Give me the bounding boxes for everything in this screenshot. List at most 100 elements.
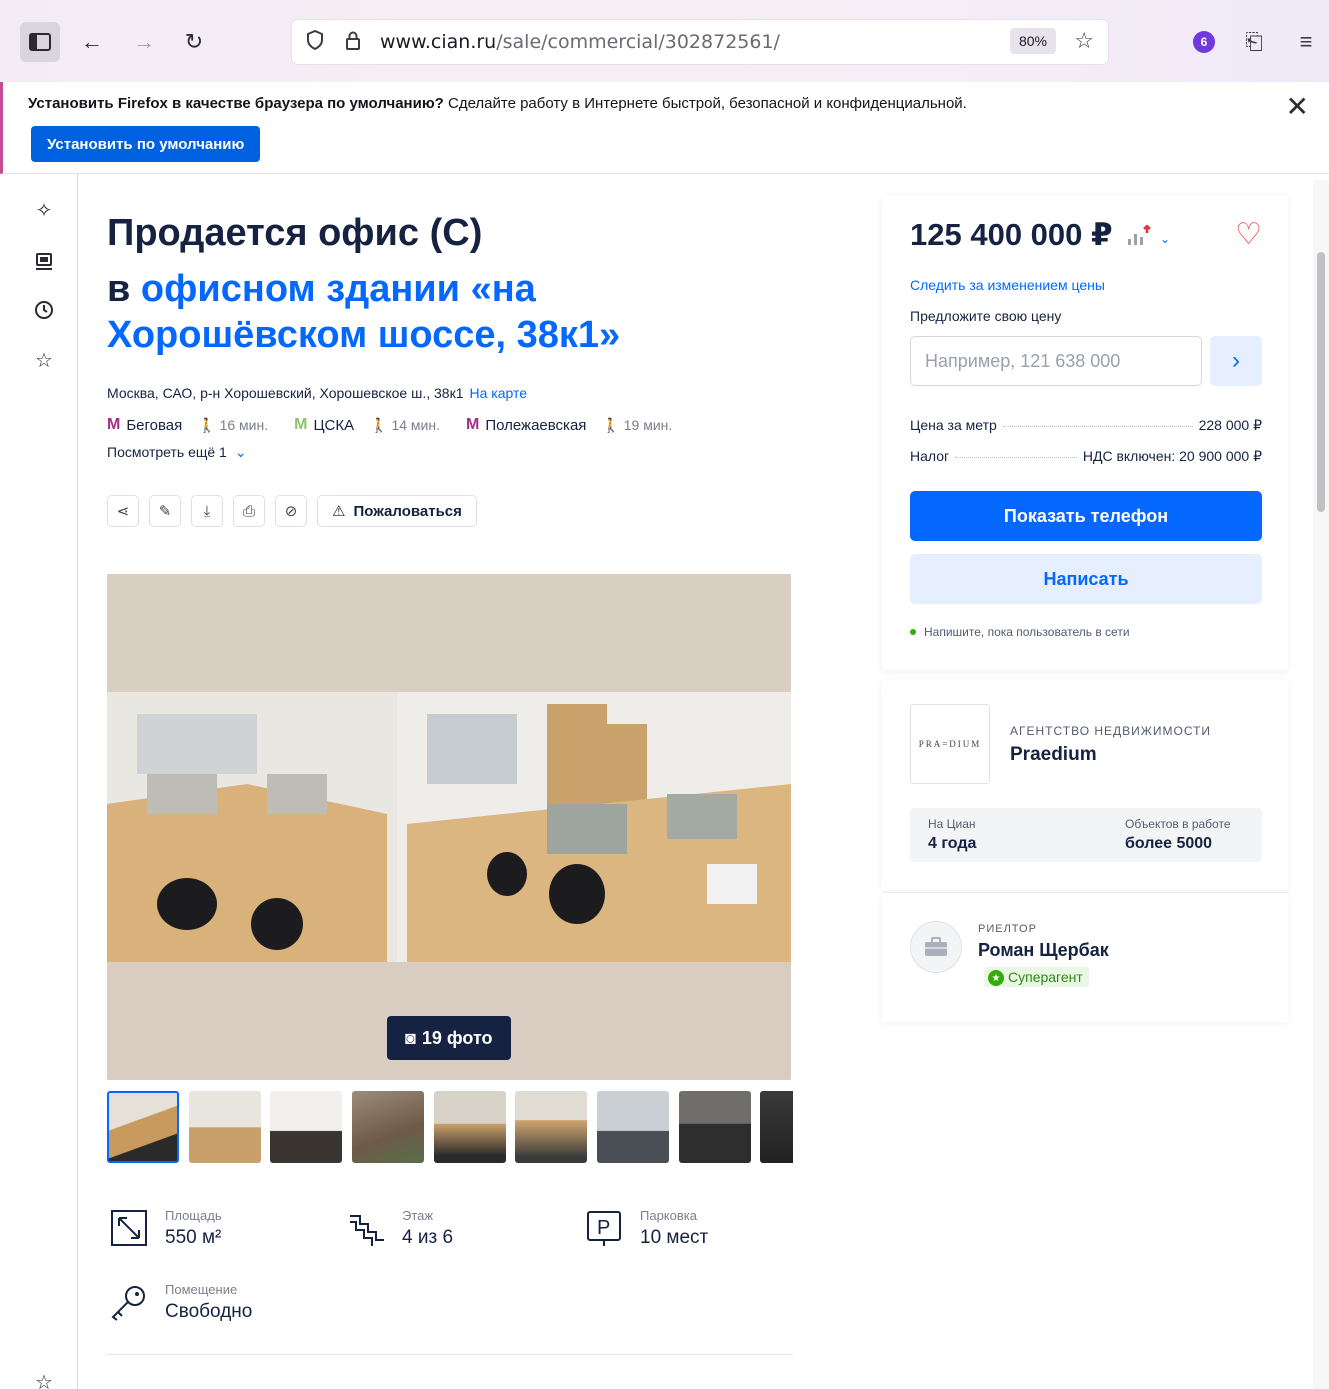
print-button[interactable]: ⎙ — [233, 495, 265, 527]
thumbnail[interactable] — [760, 1091, 793, 1163]
browser-toolbar: ← → ↻ www.cian.ru/sale/commercial/302872… — [0, 0, 1329, 82]
metro-list: M Беговая 🚶 16 мин. M ЦСКА 🚶 14 мин. M П… — [107, 416, 672, 434]
realtor-type: РИЕЛТОР — [978, 923, 1037, 935]
metro-icon: M — [294, 416, 308, 433]
share-button[interactable]: ⋖ — [107, 495, 139, 527]
browser-sidebar: ✧ ☆ ☆ — [14, 174, 78, 1389]
agency-logo[interactable]: PRA=DIUM — [910, 704, 990, 784]
metro-station[interactable]: M Беговая 🚶 16 мин. — [107, 416, 268, 434]
bookmarks-icon[interactable]: ☆ — [32, 348, 56, 372]
bookmark-star-icon[interactable]: ☆ — [1074, 28, 1094, 54]
warning-icon: ⚠ — [332, 503, 346, 520]
tax-row: Налог НДС включен: 20 900 000 ₽ — [910, 448, 1262, 464]
note-button[interactable]: ✎ — [149, 495, 181, 527]
url-text[interactable]: www.cian.ru/sale/commercial/302872561/ — [380, 31, 780, 53]
thumbnail[interactable] — [189, 1091, 261, 1163]
agency-card[interactable]: PRA=DIUM АГЕНТСТВО НЕДВИЖИМОСТИ Praedium… — [882, 680, 1288, 890]
ai-sparkle-icon[interactable]: ✧ — [32, 198, 56, 222]
thumbnail-strip — [107, 1091, 793, 1163]
parking-icon: P — [582, 1206, 626, 1250]
extension-icon[interactable]: 6 — [1186, 24, 1222, 60]
scrollbar-thumb[interactable] — [1317, 252, 1325, 512]
set-default-button[interactable]: Установить по умолчанию — [31, 126, 261, 162]
url-bar[interactable]: www.cian.ru/sale/commercial/302872561/ 8… — [292, 20, 1108, 64]
realtor-avatar[interactable] — [910, 921, 962, 973]
history-icon[interactable] — [32, 298, 56, 322]
hide-button[interactable]: ⊘ — [275, 495, 307, 527]
chevron-right-icon: › — [1232, 347, 1240, 374]
thumbnail[interactable] — [270, 1091, 342, 1163]
photo-count-button[interactable]: ◙ 19 фото — [387, 1016, 511, 1060]
close-icon[interactable]: ✕ — [1286, 90, 1309, 123]
realtor-card[interactable]: РИЕЛТОР Роман Щербак ★ Суперагент — [882, 892, 1288, 1022]
photo-gallery[interactable]: ◙ 19 фото — [107, 574, 791, 1080]
sidebar-toggle-icon[interactable] — [20, 22, 60, 62]
price-chart-icon[interactable] — [1126, 224, 1152, 252]
listing-title: Продается офис (C) — [107, 212, 483, 254]
section-divider — [107, 1354, 793, 1355]
star-badge-icon: ★ — [988, 970, 1004, 986]
notification-message: Установить Firefox в качестве браузера п… — [28, 95, 967, 112]
area-icon — [107, 1206, 151, 1250]
address: Москва, САО, р-н Хорошевский, Хорошевско… — [107, 385, 528, 401]
lock-icon[interactable] — [338, 30, 368, 55]
map-link[interactable]: На карте — [470, 385, 528, 401]
agency-name[interactable]: Praedium — [1010, 744, 1097, 766]
thumbnail[interactable] — [107, 1091, 179, 1163]
chevron-down-icon[interactable]: ⌄ — [1160, 232, 1170, 246]
share-icon: ⋖ — [116, 503, 130, 520]
price-history[interactable]: ⌄ — [1126, 224, 1170, 252]
reload-icon[interactable]: ↻ — [174, 22, 214, 62]
metro-station[interactable]: M ЦСКА 🚶 14 мин. — [294, 416, 440, 434]
back-icon[interactable]: ← — [72, 22, 112, 62]
offer-label: Предложите свою цену — [910, 308, 1062, 324]
metro-icon: M — [465, 416, 480, 433]
agency-stats: На Циан 4 года Объектов в работе более 500… — [910, 808, 1262, 862]
camera-icon: ◙ — [405, 1027, 416, 1048]
offer-price-input[interactable]: Например, 121 638 000 — [910, 336, 1202, 386]
show-phone-button[interactable]: Показать телефон — [910, 491, 1262, 541]
share-icon[interactable]: ⎗ — [1236, 24, 1272, 60]
favorite-heart-icon[interactable]: ♡ — [1235, 217, 1262, 252]
thumbnail[interactable] — [515, 1091, 587, 1163]
online-dot-icon — [910, 629, 916, 635]
chevron-down-icon: ⌄ — [234, 444, 247, 460]
briefcase-icon — [925, 937, 947, 956]
metro-station[interactable]: M Полежаевская 🚶 19 мин. — [466, 416, 672, 434]
complain-button[interactable]: ⚠ Пожаловаться — [317, 495, 477, 527]
superagent-badge: ★ Суперагент — [984, 967, 1089, 987]
office-photo — [107, 574, 791, 1080]
walk-time: 🚶 16 мин. — [198, 416, 269, 433]
feature-premises: Помещение Свободно — [107, 1280, 252, 1324]
hide-icon: ⊘ — [284, 503, 298, 520]
agency-type: АГЕНТСТВО НЕДВИЖИМОСТИ — [1010, 724, 1212, 738]
menu-icon[interactable]: ≡ — [1288, 24, 1324, 60]
zoom-level[interactable]: 80% — [1009, 28, 1056, 54]
forward-icon[interactable]: → — [124, 22, 164, 62]
metro-icon: M — [107, 416, 121, 433]
thumbnail[interactable] — [352, 1091, 424, 1163]
online-status: Напишите, пока пользователь в сети — [910, 625, 1130, 639]
synced-tabs-icon[interactable] — [32, 250, 56, 274]
offer-submit-button[interactable]: › — [1210, 336, 1262, 386]
building-link[interactable]: офисном здании «на Хорошёвском шоссе, 38… — [107, 268, 620, 356]
key-icon — [107, 1280, 151, 1324]
write-message-button[interactable]: Написать — [910, 554, 1262, 604]
watch-price-link[interactable]: Следить за изменением цены — [910, 277, 1105, 293]
walk-time: 🚶 19 мин. — [602, 416, 673, 433]
thumbnail[interactable] — [434, 1091, 506, 1163]
default-browser-notification: Установить Firefox в качестве браузера п… — [0, 82, 1329, 174]
price-card: 125 400 000 ₽ ⌄ ♡ Следить за изменением … — [882, 195, 1288, 670]
price-per-meter-row: Цена за метр 228 000 ₽ — [910, 417, 1262, 433]
stairs-icon — [344, 1206, 388, 1250]
walk-time: 🚶 14 мин. — [370, 416, 440, 433]
thumbnail[interactable] — [679, 1091, 751, 1163]
realtor-name[interactable]: Роман Щербак — [978, 940, 1109, 961]
thumbnail[interactable] — [597, 1091, 669, 1163]
show-more-metro[interactable]: Посмотреть ещё 1 ⌄ — [107, 444, 247, 461]
feature-area: Площадь 550 м² — [107, 1206, 222, 1250]
shield-icon[interactable] — [300, 29, 330, 55]
page-scrollbar[interactable] — [1313, 180, 1329, 1389]
download-button[interactable]: ⤓ — [191, 495, 223, 527]
customize-sidebar-icon[interactable]: ☆ — [32, 1370, 56, 1389]
